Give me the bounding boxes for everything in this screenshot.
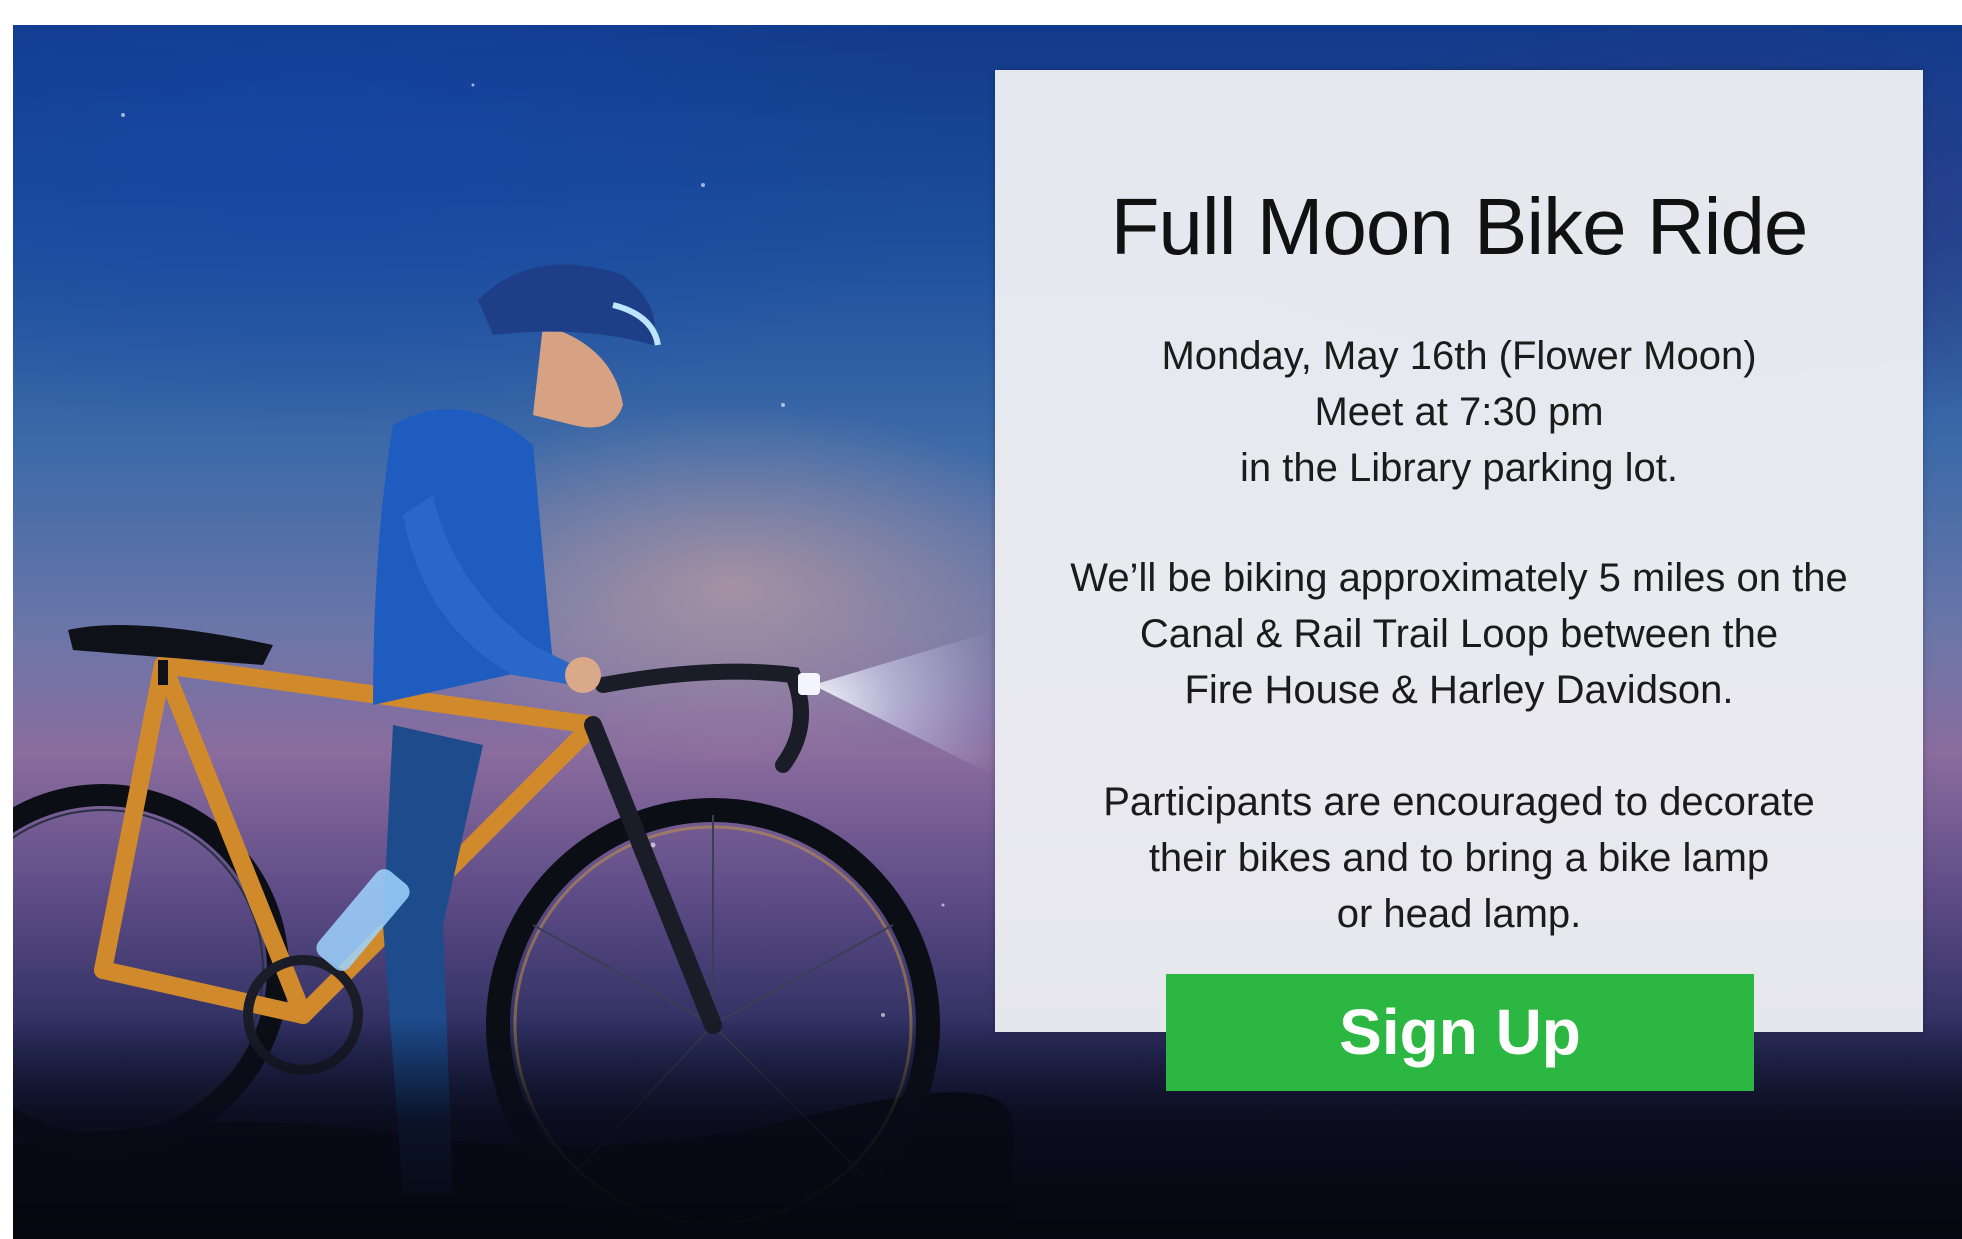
note-line-1: Participants are encouraged to decorate — [1103, 780, 1815, 824]
event-time: Meet at 7:30 pm — [1314, 390, 1604, 434]
route-line-2: Canal & Rail Trail Loop between the — [1139, 612, 1779, 656]
event-info-card: Full Moon Bike Ride Monday, May 16th (Fl… — [995, 70, 1923, 1032]
note-line-2: their bikes and to bring a bike lamp — [1148, 836, 1770, 880]
route-line-3: Fire House & Harley Davidson. — [1184, 668, 1734, 712]
event-location: in the Library parking lot. — [1239, 446, 1678, 490]
route-line-1: We’ll be biking approximately 5 miles on… — [1070, 556, 1848, 600]
headlight — [798, 673, 820, 695]
page: Full Moon Bike Ride Monday, May 16th (Fl… — [0, 0, 1962, 1239]
headlight-beam — [813, 625, 1013, 785]
note-line-3: or head lamp. — [1336, 892, 1582, 936]
sign-up-button[interactable]: Sign Up — [1166, 974, 1754, 1091]
handlebar — [595, 663, 809, 773]
event-date: Monday, May 16th (Flower Moon) — [1161, 334, 1757, 378]
event-title: Full Moon Bike Ride — [1110, 182, 1809, 271]
